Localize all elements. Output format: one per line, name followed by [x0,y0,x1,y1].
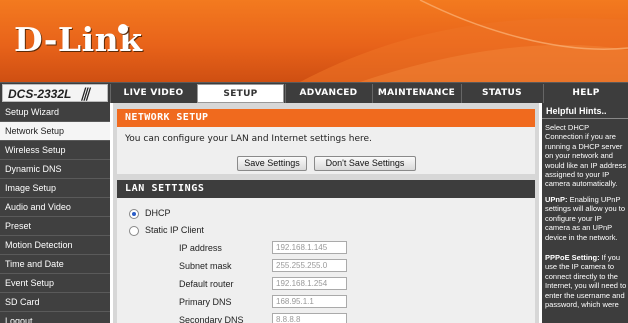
save-settings-button[interactable]: Save Settings [237,156,307,171]
hint-pppoe: PPPoE Setting: If you use the IP camera … [545,253,627,309]
subnet-mask-label: Subnet mask [179,261,232,271]
static-ip-label: Static IP Client [145,225,204,235]
secondary-dns-label: Secondary DNS [179,315,244,323]
tab-setup[interactable]: SETUP [197,84,284,103]
main-content: NETWORK SETUP You can configure your LAN… [113,103,539,323]
model-slashes: /// [81,84,91,103]
sidebar-item-logout[interactable]: Logout [0,312,110,323]
hint-upnp: UPnP: Enabling UPnP settings will allow … [545,195,627,242]
sidebar-item-wireless-setup[interactable]: Wireless Setup [0,141,110,160]
hint-pppoe-title: PPPoE Setting: [545,253,600,262]
sidebar-item-sd-card[interactable]: SD Card [0,293,110,312]
network-setup-title: NETWORK SETUP [117,109,535,127]
lan-settings-body: DHCP Static IP Client IP address 192.168… [117,198,535,323]
hint-dhcp: Select DHCP Connection if you are runnin… [545,123,627,189]
default-router-label: Default router [179,279,234,289]
secondary-dns-input[interactable]: 8.8.8.8 [272,313,347,323]
dhcp-radio[interactable] [129,209,139,219]
primary-dns-input[interactable]: 168.95.1.1 [272,295,347,308]
dhcp-label: DHCP [145,208,171,218]
sidebar-item-motion-detection[interactable]: Motion Detection [0,236,110,255]
sidebar-item-audio-and-video[interactable]: Audio and Video [0,198,110,217]
logo-dot [118,24,128,34]
sidebar-item-preset[interactable]: Preset [0,217,110,236]
primary-dns-label: Primary DNS [179,297,232,307]
network-setup-panel: NETWORK SETUP You can configure your LAN… [117,109,535,174]
sidebar-item-event-setup[interactable]: Event Setup [0,274,110,293]
hints-divider [542,118,628,119]
hint-upnp-title: UPnP: [545,195,568,204]
hints-title: Helpful Hints.. [546,106,607,116]
sidebar-item-image-setup[interactable]: Image Setup [0,179,110,198]
tab-status[interactable]: STATUS [461,84,542,103]
ip-address-label: IP address [179,243,222,253]
lan-settings-title: LAN SETTINGS [117,180,535,198]
sidebar-item-time-and-date[interactable]: Time and Date [0,255,110,274]
ip-address-input[interactable]: 192.168.1.145 [272,241,347,254]
tab-advanced[interactable]: ADVANCED [285,84,371,103]
network-setup-description: You can configure your LAN and Internet … [125,134,372,144]
sidebar: Setup Wizard Network Setup Wireless Setu… [0,103,110,323]
static-ip-radio[interactable] [129,226,139,236]
header-banner: D-Link [0,0,628,82]
model-badge: DCS-2332L /// [2,84,108,103]
sidebar-item-setup-wizard[interactable]: Setup Wizard [0,103,110,122]
default-router-input[interactable]: 192.168.1.254 [272,277,347,290]
sidebar-item-network-setup[interactable]: Network Setup [0,122,110,141]
subnet-mask-input[interactable]: 255.255.255.0 [272,259,347,272]
dont-save-settings-button[interactable]: Don't Save Settings [314,156,416,171]
tab-live-video[interactable]: LIVE VIDEO [110,84,196,103]
top-navigation: DCS-2332L /// LIVE VIDEO SETUP ADVANCED … [0,82,628,103]
helpful-hints-panel: Helpful Hints.. Select DHCP Connection i… [542,103,628,323]
tab-maintenance[interactable]: MAINTENANCE [372,84,460,103]
tab-help[interactable]: HELP [543,84,628,103]
sidebar-item-dynamic-dns[interactable]: Dynamic DNS [0,160,110,179]
model-name: DCS-2332L [8,87,72,101]
